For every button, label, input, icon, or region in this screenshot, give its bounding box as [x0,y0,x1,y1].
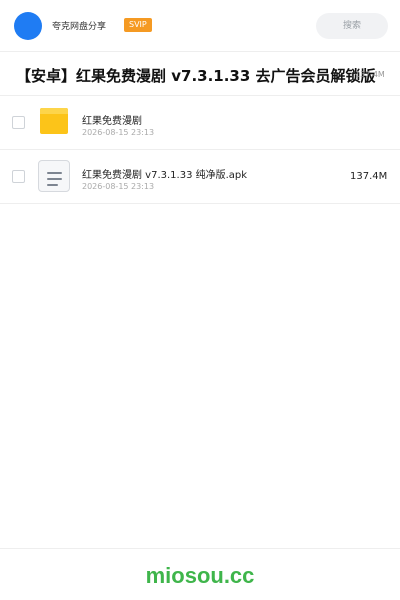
select-checkbox[interactable] [12,170,25,183]
site-brand[interactable]: miosou.cc [0,563,400,589]
share-title-row: 【安卓】红果免费漫剧 v7.3.1.33 去广告会员解锁版 137.4M [0,52,400,96]
file-size: 137.4M [350,171,388,182]
share-total-size: 137.4M [355,70,385,79]
search-button[interactable]: 搜索 [316,13,388,39]
svip-badge: SVIP [124,18,152,32]
select-checkbox[interactable] [12,116,25,129]
top-bar: 夸克网盘分享 SVIP 搜索 [0,0,400,52]
folder-icon [40,108,68,134]
document-icon [38,160,70,192]
file-name[interactable]: 红果免费漫剧 v7.3.1.33 纯净版.apk [82,166,247,181]
file-date: 2026-08-15 23:13 [82,128,155,137]
footer: miosou.cc [0,548,400,600]
file-row-folder[interactable]: 红果免费漫剧 2026-08-15 23:13 [0,96,400,150]
avatar[interactable] [14,12,42,40]
file-name[interactable]: 红果免费漫剧 [82,112,142,127]
file-row-apk[interactable]: 红果免费漫剧 v7.3.1.33 纯净版.apk 2026-08-15 23:1… [0,150,400,204]
share-title: 【安卓】红果免费漫剧 v7.3.1.33 去广告会员解锁版 [16,67,376,85]
file-date: 2026-08-15 23:13 [82,182,155,191]
username: 夸克网盘分享 [52,22,107,32]
